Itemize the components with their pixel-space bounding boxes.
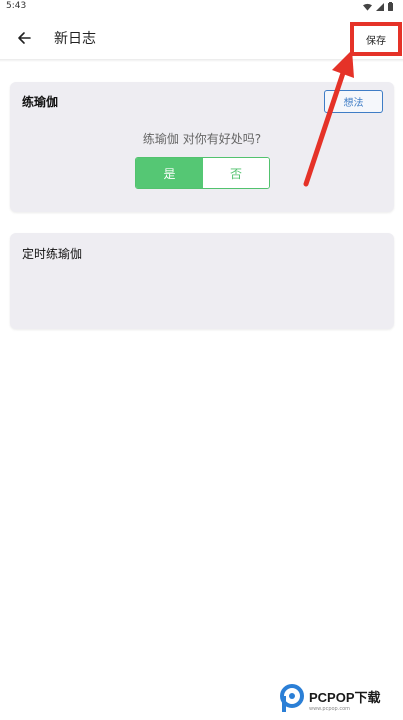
pcpop-logo-icon xyxy=(280,684,304,712)
watermark-sub: www.pcpop.com xyxy=(309,706,350,712)
watermark: PCPOP下载 www.pcpop.com xyxy=(279,684,403,718)
arrow-left-icon xyxy=(18,32,31,44)
annotation-arrow-icon xyxy=(303,50,354,187)
yes-option[interactable]: 是 xyxy=(136,158,203,188)
yes-no-toggle: 是 否 xyxy=(135,157,270,189)
status-time: 5:43 xyxy=(6,1,27,11)
page-title: 新日志 xyxy=(54,31,96,47)
status-icons xyxy=(363,2,393,11)
battery-icon xyxy=(388,2,393,11)
habit-title: 练瑜伽 xyxy=(22,95,59,109)
back-button[interactable] xyxy=(13,27,35,49)
wifi-icon xyxy=(363,3,372,11)
watermark-brand: PCPOP下载 xyxy=(309,690,381,705)
timed-habit-title: 定时练瑜伽 xyxy=(22,247,83,261)
signal-icon xyxy=(376,2,384,11)
no-option[interactable]: 否 xyxy=(203,158,269,188)
timed-habit-card[interactable]: 定时练瑜伽 xyxy=(10,233,394,329)
status-bar: 5:43 xyxy=(0,0,403,14)
